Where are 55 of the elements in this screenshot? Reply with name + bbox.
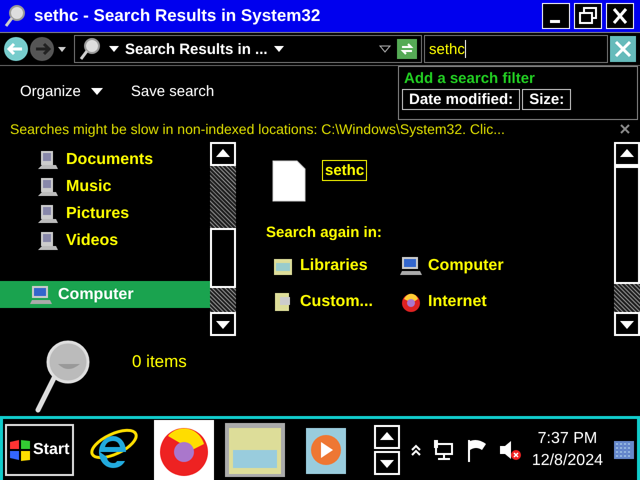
info-bar-message[interactable]: Searches might be slow in non-indexed locations: C:\Windows\System32. Clic... <box>10 121 614 137</box>
nav-item[interactable]: Documents <box>0 146 210 173</box>
library-icon <box>38 230 60 252</box>
globe-icon <box>400 291 422 313</box>
dropdown-icon[interactable] <box>379 45 391 53</box>
caret-icon <box>274 46 284 52</box>
clock[interactable]: 7:37 PM 12/8/2024 <box>532 428 603 472</box>
scroll-down-button[interactable] <box>374 450 400 474</box>
scroll-down-button[interactable] <box>210 312 236 336</box>
search-filter-heading[interactable]: Add a search filter <box>402 70 634 87</box>
magnifier-icon <box>79 37 103 61</box>
windows-logo-icon <box>9 438 31 460</box>
magnifier-icon <box>4 4 28 28</box>
caret-icon <box>109 46 119 52</box>
folder-taskbar-button[interactable] <box>224 422 286 476</box>
window-title: sethc - Search Results in System32 <box>34 6 322 26</box>
organize-menu-button[interactable]: Organize <box>12 78 111 104</box>
restore-icon[interactable] <box>574 3 602 29</box>
search-location-link[interactable]: Libraries <box>272 255 400 277</box>
globe-icon <box>154 420 214 480</box>
scroll-up-button[interactable] <box>614 142 640 166</box>
computer-icon <box>400 255 422 277</box>
item-count: 0 items <box>132 352 187 372</box>
minimize-icon[interactable] <box>542 3 570 29</box>
scroll-up-button[interactable] <box>210 142 236 166</box>
library-icon <box>38 148 60 170</box>
filter-button[interactable]: Date modified: <box>402 89 520 110</box>
address-bar[interactable]: Search Results in ... <box>74 35 422 63</box>
scroll-up-button[interactable] <box>374 424 400 448</box>
breadcrumb[interactable]: Search Results in ... <box>125 40 268 58</box>
computer-icon <box>30 284 52 306</box>
nav-item[interactable]: Videos <box>0 227 210 254</box>
refresh-icon[interactable] <box>397 39 417 59</box>
search-location-link[interactable]: Internet <box>400 291 530 313</box>
nav-item[interactable]: Pictures <box>0 200 210 227</box>
nav-item[interactable]: Music <box>0 173 210 200</box>
search-location-link[interactable]: Custom... <box>272 291 400 313</box>
scrollbar-thumb[interactable] <box>210 228 236 288</box>
search-location-link[interactable]: Computer <box>400 255 530 277</box>
flag-icon[interactable] <box>466 438 488 462</box>
scrollbar-thumb[interactable] <box>614 166 640 284</box>
filter-button[interactable]: Size: <box>522 89 572 110</box>
search-field[interactable]: sethc <box>424 35 608 63</box>
start-button[interactable]: Start <box>5 424 74 476</box>
toolbar-button[interactable]: Save search <box>122 78 222 104</box>
document-icon <box>272 160 306 202</box>
search-again-heading: Search again in: <box>266 224 383 241</box>
close-icon[interactable] <box>620 124 630 134</box>
library-icon <box>38 176 60 198</box>
scroll-down-button[interactable] <box>614 312 640 336</box>
file-name[interactable]: sethc <box>322 160 368 181</box>
caret-icon <box>90 88 103 94</box>
library-icon <box>38 202 60 224</box>
network-icon[interactable] <box>432 438 456 462</box>
chevron-up-icon[interactable] <box>410 442 422 456</box>
